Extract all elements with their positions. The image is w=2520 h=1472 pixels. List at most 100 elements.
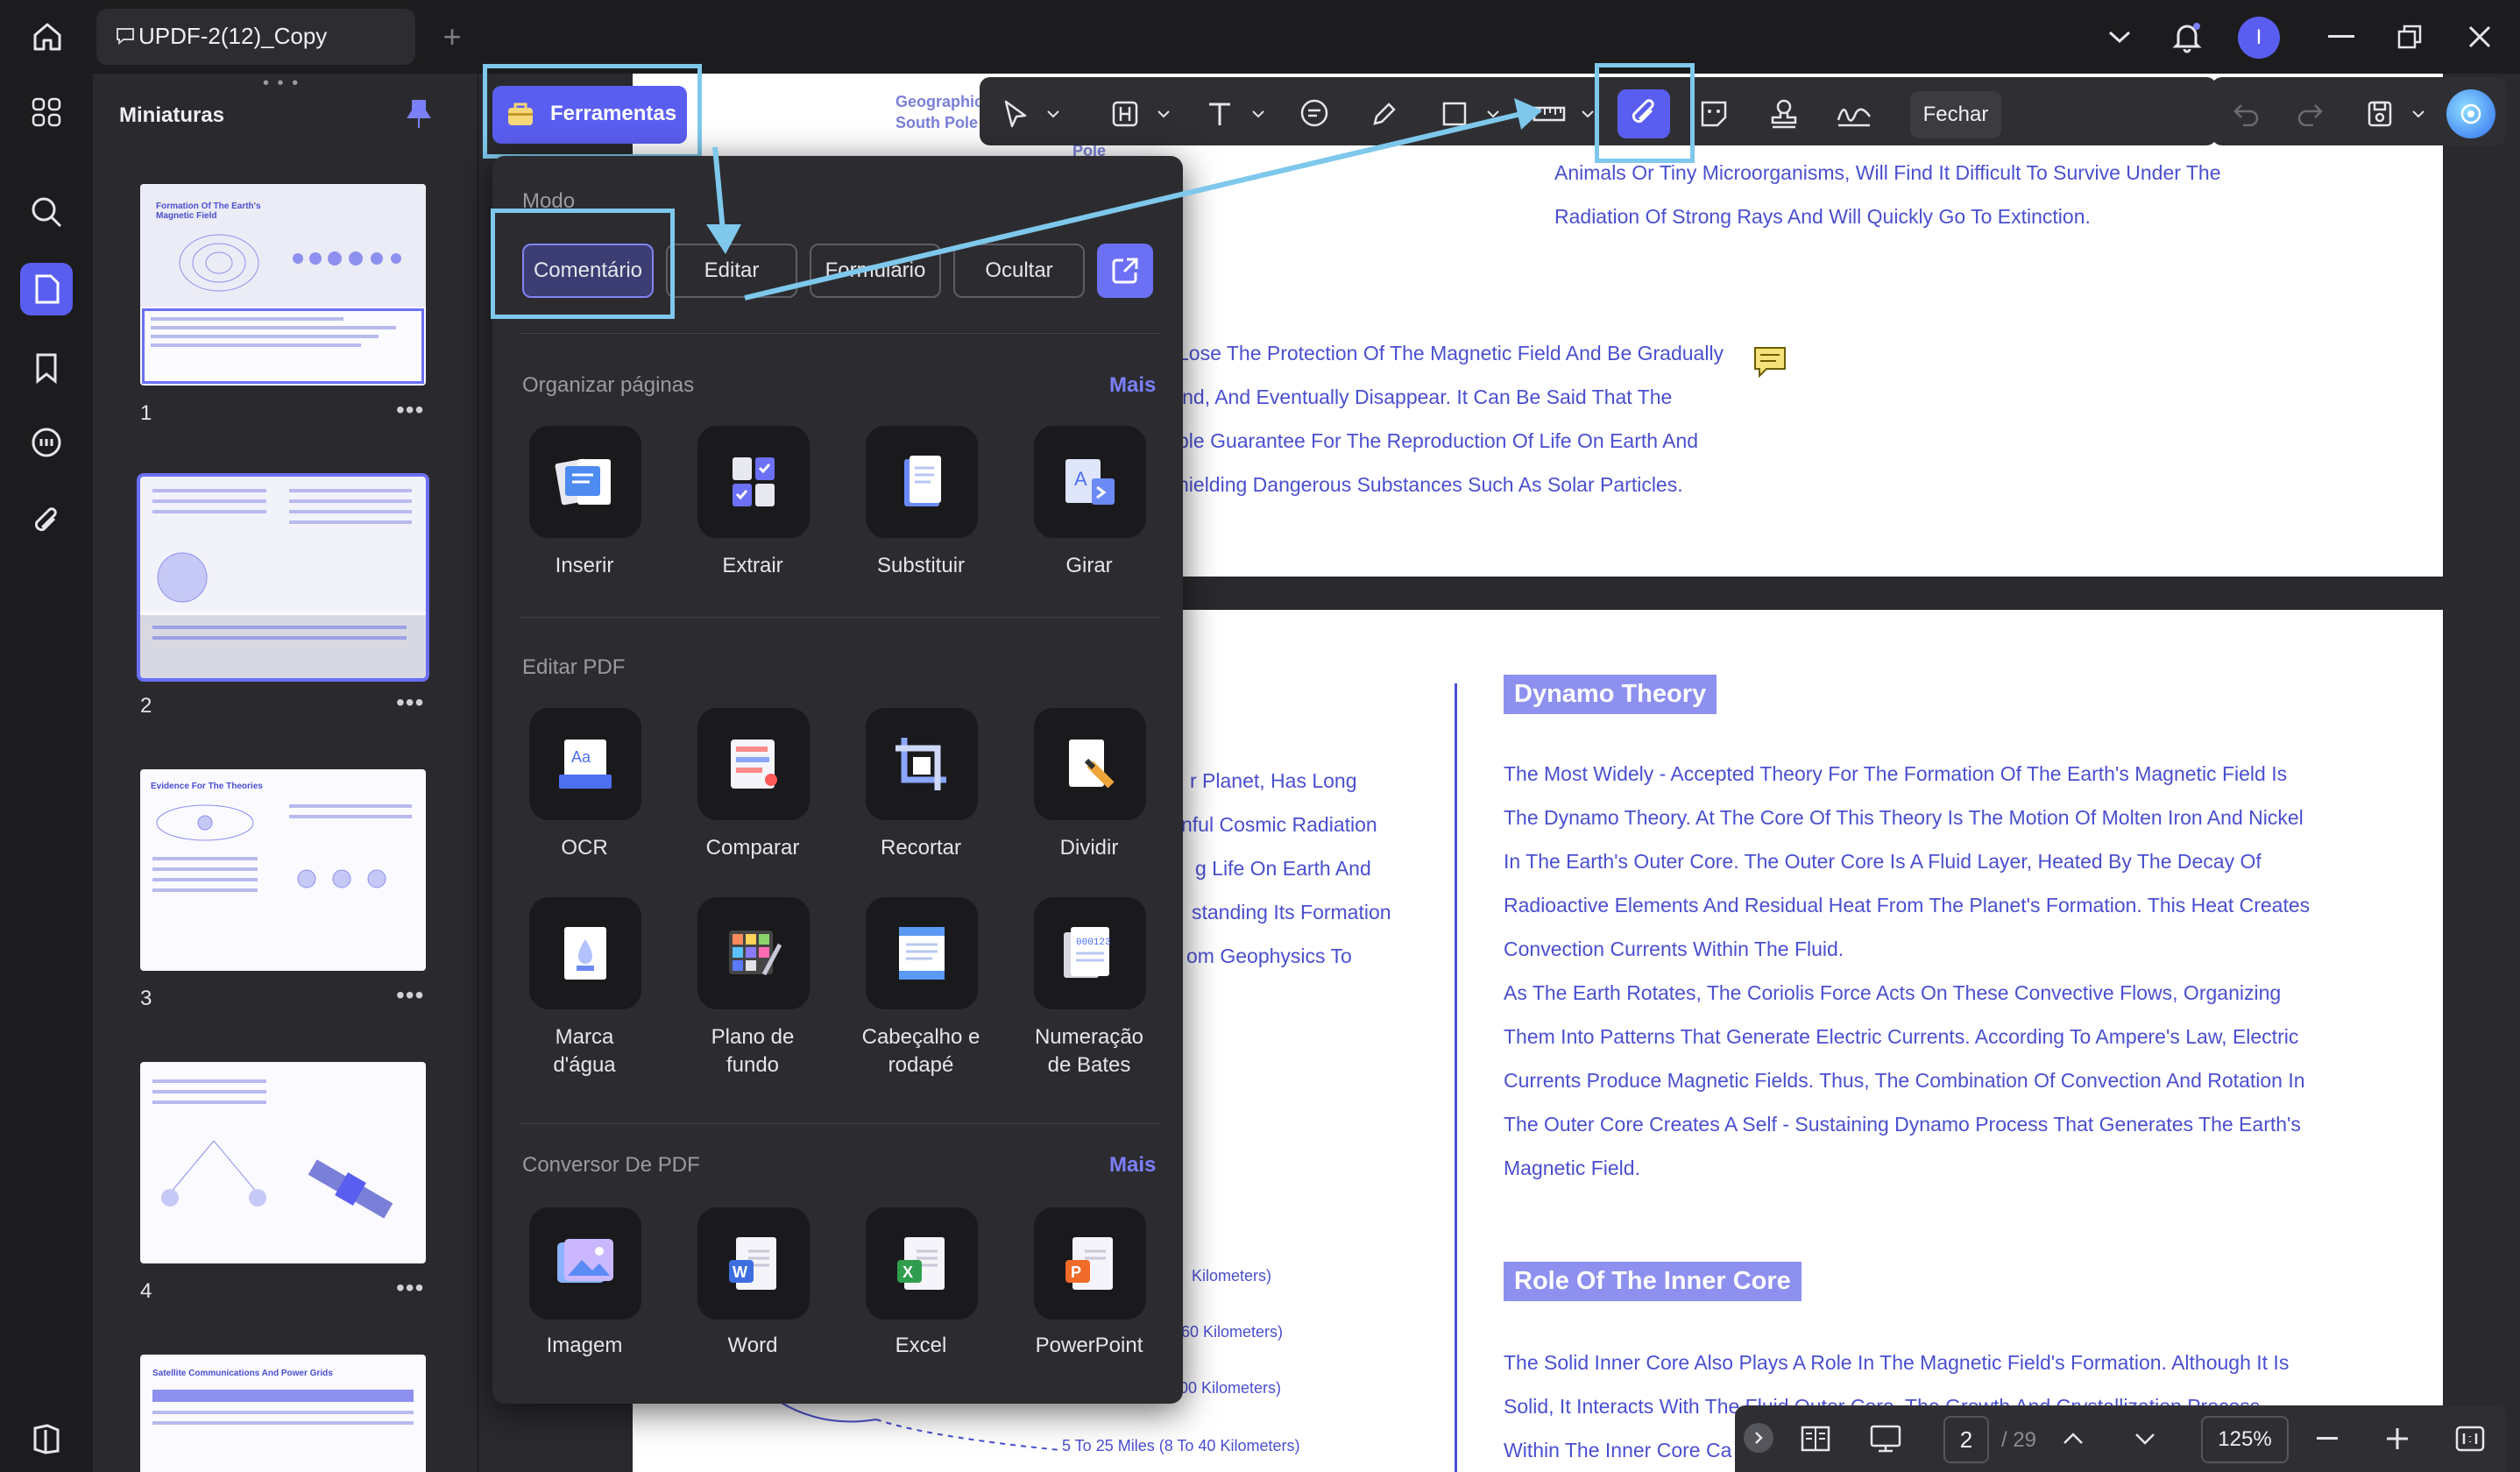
pencil-tool-icon[interactable] [1358,89,1411,138]
close-icon[interactable] [2460,19,2499,54]
panel-grip[interactable]: • • • [263,74,300,94]
watermark-label: Marca d'água [501,1023,668,1079]
chevron-down-icon[interactable] [2410,105,2427,123]
insert-pages-icon[interactable] [529,426,641,538]
mode-edit-button[interactable]: Editar [666,244,797,298]
measure-tool-icon[interactable] [1523,89,1575,138]
close-toolbar-button[interactable]: Fechar [1910,91,2001,138]
layers-icon[interactable] [20,1412,73,1465]
label-line: Marca [555,1025,614,1049]
mode-redact-button[interactable]: Ocultar [953,244,1085,298]
page-thumbnail-1[interactable]: Formation Of The Earth's Magnetic Field [140,184,426,386]
compare-icon[interactable] [697,708,810,820]
more-icon[interactable]: ••• [396,981,424,1009]
sticker-tool-icon[interactable] [1688,89,1740,138]
presentation-icon[interactable] [1863,1418,1908,1460]
label-line: d'água [553,1053,616,1077]
header-footer-label: Cabeçalho e rodapé [838,1023,1004,1079]
open-external-icon[interactable] [1097,244,1153,298]
converter-more-link[interactable]: Mais [1109,1153,1156,1178]
search-icon[interactable] [20,186,73,238]
select-tool-icon[interactable] [990,89,1043,138]
save-icon[interactable] [2357,91,2403,137]
grid-icon[interactable] [20,86,73,138]
redo-icon[interactable] [2287,91,2332,137]
page-thumbnail-5[interactable]: Satellite Communications And Power Grids [140,1355,426,1472]
organize-more-link[interactable]: Mais [1109,373,1156,398]
paragraph-line: As The Earth Rotates, The Coriolis Force… [1504,981,2282,1004]
chevron-down-icon[interactable] [2099,19,2140,54]
page-layout-icon[interactable] [1793,1418,1838,1460]
minimize-icon[interactable] [2322,19,2361,54]
comment-tool-icon[interactable] [1288,89,1341,138]
mode-form-button[interactable]: Formulário [810,244,941,298]
convert-excel-icon[interactable]: X [866,1207,978,1320]
more-icon[interactable]: ••• [396,689,424,717]
chevron-down-icon[interactable] [1249,105,1267,123]
sticky-note-icon[interactable] [1752,345,1787,379]
chevron-down-icon[interactable] [1044,105,1062,123]
convert-image-icon[interactable] [529,1207,641,1320]
comments-panel-icon[interactable] [20,417,73,470]
ai-assistant-icon[interactable] [2446,89,2495,138]
rotate-pages-icon[interactable]: A [1034,426,1146,538]
split-icon[interactable] [1034,708,1146,820]
chevron-down-icon[interactable] [2127,1423,2163,1454]
highlight-box [491,209,675,319]
bookmark-icon[interactable] [20,342,73,394]
shape-tool-icon[interactable] [1428,89,1481,138]
undo-icon[interactable] [2224,91,2269,137]
paragraph-line: ind, And Eventually Disappear. It Can Be… [1178,386,1673,408]
paragraph-line: g Life On Earth And [1195,857,1371,880]
divider [519,333,1160,334]
avatar[interactable]: I [2238,17,2280,59]
zoom-level[interactable]: 125% [2201,1416,2289,1463]
crop-icon[interactable] [866,708,978,820]
text-tool-icon[interactable] [1193,89,1246,138]
chevron-right-icon[interactable] [1744,1423,1773,1453]
page-number-input[interactable]: 2 [1943,1416,1989,1463]
replace-pages-icon[interactable] [866,426,978,538]
paragraph-line: standing Its Formation [1192,901,1391,924]
ocr-icon[interactable]: Aa [529,708,641,820]
zoom-out-icon[interactable] [2310,1423,2345,1454]
page-total: / 29 [2001,1428,2037,1452]
zoom-in-icon[interactable] [2380,1423,2415,1454]
page-thumbnail-2[interactable] [137,473,429,682]
extract-pages-icon[interactable] [697,426,810,538]
label-line: fundo [726,1053,780,1077]
chevron-down-icon[interactable] [1484,105,1502,123]
page-thumbnail-3[interactable]: Evidence For The Theories [140,769,426,971]
actual-size-icon[interactable] [2450,1419,2490,1458]
convert-powerpoint-icon[interactable]: P [1034,1207,1146,1320]
watermark-icon[interactable] [529,897,641,1009]
bates-numbering-icon[interactable]: 000123 [1034,897,1146,1009]
extract-pages-label: Extrair [722,554,783,577]
highlight-tool-icon[interactable] [1099,89,1151,138]
new-tab-button[interactable]: + [435,18,470,54]
paragraph-line: r Planet, Has Long [1190,769,1357,792]
bell-icon[interactable] [2164,14,2210,60]
attachment-icon[interactable] [20,494,73,547]
stamp-tool-icon[interactable] [1758,89,1810,138]
thumbnail-title: Satellite Communications And Power Grids [152,1369,333,1378]
pages-icon[interactable] [20,263,73,315]
chevron-down-icon[interactable] [1579,105,1596,123]
chevron-up-icon[interactable] [2056,1423,2091,1454]
more-icon[interactable]: ••• [396,1274,424,1302]
thumbnail-title: Evidence For The Theories [151,782,263,791]
svg-text:Aa: Aa [571,748,591,766]
header-footer-icon[interactable] [866,897,978,1009]
convert-word-icon[interactable]: W [697,1207,810,1320]
signature-tool-icon[interactable] [1828,89,1880,138]
home-icon[interactable] [23,16,72,58]
pin-icon[interactable] [403,96,435,131]
thumbnail-title: Formation Of The Earth's Magnetic Field [156,202,261,221]
background-icon[interactable] [697,897,810,1009]
chevron-down-icon[interactable] [1155,105,1172,123]
dynamo-paragraph: The Most Widely - Accepted Theory For Th… [1504,752,2310,1190]
more-icon[interactable]: ••• [396,396,424,424]
restore-icon[interactable] [2390,19,2429,54]
comment-icon [114,25,137,47]
page-thumbnail-4[interactable] [140,1062,426,1263]
